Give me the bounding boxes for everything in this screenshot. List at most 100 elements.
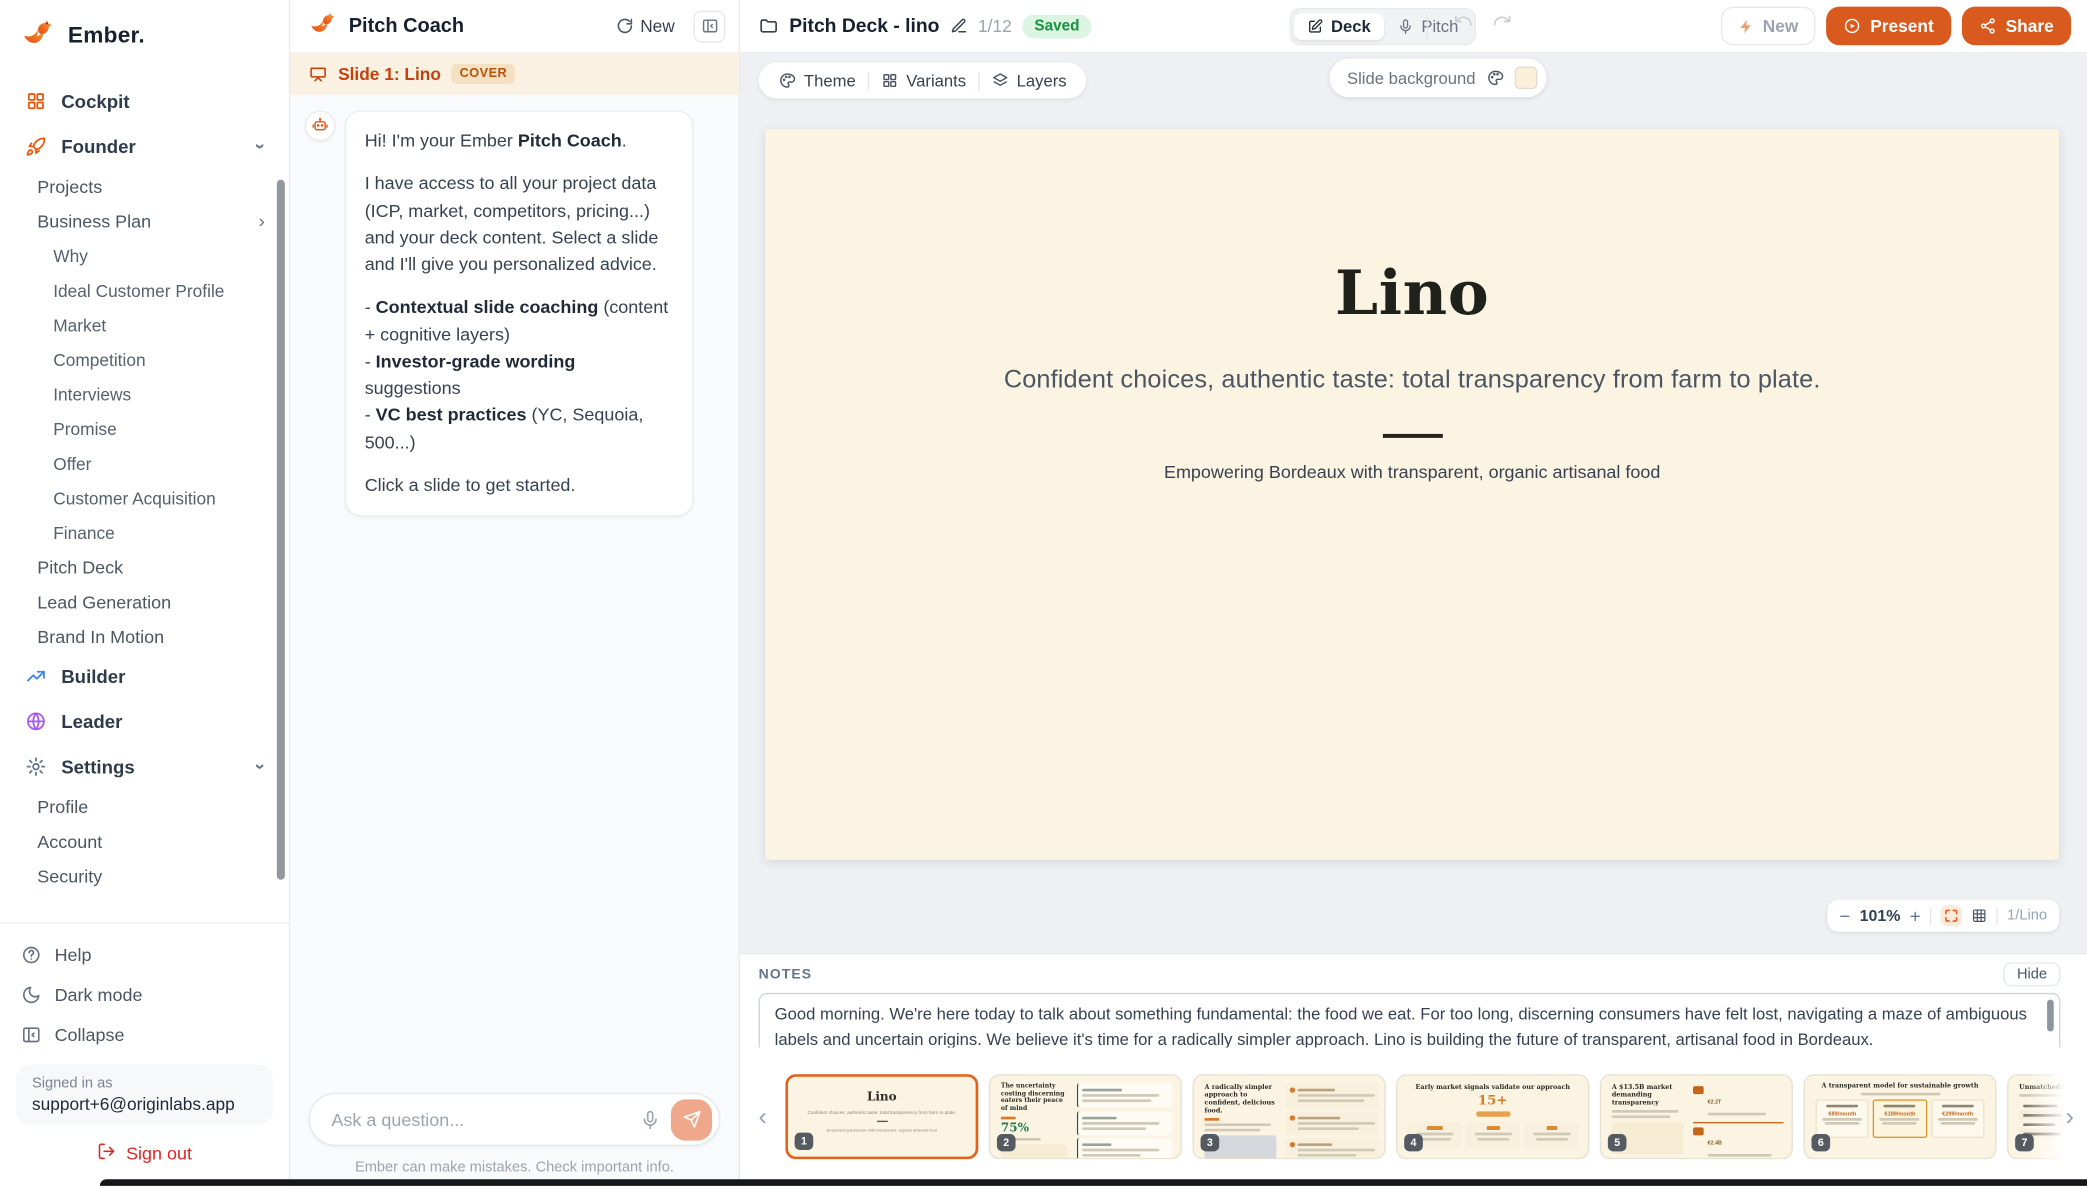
- sign-out-button[interactable]: Sign out: [16, 1133, 273, 1173]
- thumbnails-prev-button[interactable]: ‹: [751, 1104, 775, 1129]
- zoom-out-button[interactable]: −: [1839, 905, 1850, 926]
- sidebar: Ember. Cockpit Founder›ProjectsBusiness P…: [0, 0, 290, 1186]
- sidebar-item-label: Lead Generation: [37, 592, 265, 612]
- app-root: Ember. Cockpit Founder›ProjectsBusiness P…: [0, 0, 2087, 1186]
- trend-icon: [24, 665, 47, 688]
- send-button[interactable]: [671, 1099, 712, 1140]
- ask-question-input[interactable]: [331, 1109, 629, 1129]
- fit-to-screen-button[interactable]: [1941, 905, 1962, 926]
- redo-icon: [1492, 11, 1512, 31]
- undo-button[interactable]: [1453, 11, 1473, 31]
- sidebar-item-label: Customer Acquisition: [53, 488, 265, 508]
- slide-thumbnail-1[interactable]: Lino Confident choices, authentic taste:…: [785, 1074, 978, 1159]
- slide-title[interactable]: Lino: [1335, 257, 1489, 329]
- theme-button[interactable]: Theme: [767, 71, 868, 90]
- slide-context-banner[interactable]: Slide 1: Lino COVER: [290, 53, 739, 94]
- sidebar-scrollbar[interactable]: [277, 180, 285, 880]
- undo-icon: [1453, 11, 1473, 31]
- sidebar-footer-dark-mode[interactable]: Dark mode: [16, 974, 273, 1014]
- sidebar-item-cockpit[interactable]: Cockpit: [13, 79, 275, 124]
- present-button[interactable]: Present: [1826, 7, 1951, 46]
- sidebar-item-projects[interactable]: Projects: [13, 169, 275, 204]
- sidebar-item-pitch-deck[interactable]: Pitch Deck: [13, 550, 275, 585]
- help-icon: [21, 944, 41, 964]
- sidebar-item-label: Brand In Motion: [37, 626, 265, 646]
- slide-thumbnail-6[interactable]: A transparent model for sustainable grow…: [1804, 1074, 1997, 1159]
- sidebar-item-label: Why: [53, 246, 265, 266]
- sidebar-item-brand-in-motion[interactable]: Brand In Motion: [13, 619, 275, 654]
- app-logo-text: Ember.: [68, 22, 145, 49]
- share-icon: [1979, 17, 1996, 34]
- thumbnail-number: 3: [1201, 1134, 1220, 1151]
- sidebar-item-settings[interactable]: Settings›: [13, 744, 275, 789]
- layers-button[interactable]: Layers: [979, 71, 1078, 90]
- zoom-in-button[interactable]: +: [1910, 905, 1921, 926]
- thumbnails-next-button[interactable]: ›: [2058, 1105, 2082, 1130]
- sidebar-item-customer-acquisition[interactable]: Customer Acquisition: [13, 480, 275, 515]
- zoom-controls: − 101% + 1/Lino: [1827, 900, 2059, 932]
- slide-background-label: Slide background: [1347, 69, 1476, 88]
- slide-divider: [1382, 434, 1442, 438]
- sidebar-footer-help[interactable]: Help: [16, 934, 273, 974]
- collapse-panel-button[interactable]: [693, 10, 725, 42]
- sidebar-item-label: Cockpit: [61, 91, 265, 112]
- sidebar-item-label: Pitch Deck: [37, 557, 265, 577]
- sidebar-item-competition[interactable]: Competition: [13, 342, 275, 377]
- sidebar-item-leader[interactable]: Leader: [13, 699, 275, 744]
- grid-view-button[interactable]: [1971, 908, 1987, 924]
- slide-thumbnail-5[interactable]: A $13.5B market demanding transparency €…: [1600, 1074, 1793, 1159]
- deck-pitch-toggle: Deck Pitch: [1290, 8, 1476, 45]
- rocket-icon: [24, 135, 47, 158]
- slide-canvas[interactable]: Lino Confident choices, authentic taste:…: [765, 129, 2059, 860]
- sidebar-item-finance[interactable]: Finance: [13, 515, 275, 550]
- sidebar-item-business-plan[interactable]: Business Plan›: [13, 204, 275, 239]
- signed-in-label: Signed in as: [32, 1075, 257, 1091]
- sidebar-footer-label: Collapse: [55, 1024, 125, 1044]
- notes-scrollbar[interactable]: [2047, 1000, 2054, 1032]
- sidebar-item-interviews[interactable]: Interviews: [13, 377, 275, 412]
- sidebar-item-ideal-customer-profile[interactable]: Ideal Customer Profile: [13, 273, 275, 308]
- coach-message-bubble: Hi! I'm your Ember Pitch Coach. I have a…: [345, 110, 694, 516]
- sidebar-item-market[interactable]: Market: [13, 307, 275, 342]
- sidebar-item-promise[interactable]: Promise: [13, 411, 275, 446]
- redo-button[interactable]: [1492, 11, 1512, 31]
- sidebar-item-lead-generation[interactable]: Lead Generation: [13, 584, 275, 619]
- refresh-icon: [616, 17, 633, 34]
- coach-new-button[interactable]: New: [616, 16, 675, 36]
- hide-notes-button[interactable]: Hide: [2004, 962, 2061, 986]
- sidebar-footer-collapse[interactable]: Collapse: [16, 1014, 273, 1054]
- sidebar-item-profile[interactable]: Profile: [13, 789, 275, 824]
- notes-textarea[interactable]: Good morning. We're here today to talk a…: [759, 993, 2061, 1054]
- variants-button[interactable]: Variants: [869, 71, 978, 90]
- saved-status-badge: Saved: [1022, 14, 1091, 38]
- sidebar-item-account[interactable]: Account: [13, 824, 275, 859]
- sidebar-item-label: Finance: [53, 522, 265, 542]
- ember-bird-icon: [309, 9, 338, 42]
- share-button[interactable]: Share: [1962, 7, 2071, 46]
- sidebar-item-security[interactable]: Security: [13, 858, 275, 893]
- rename-icon[interactable]: [950, 17, 967, 34]
- sidebar-item-founder[interactable]: Founder›: [13, 124, 275, 169]
- new-deck-button[interactable]: New: [1722, 7, 1816, 46]
- mic-icon[interactable]: [640, 1109, 660, 1129]
- globe-icon: [24, 710, 47, 733]
- lightning-icon: [1739, 18, 1755, 34]
- slide-thumbnail-3[interactable]: A radically simpler approach to confiden…: [1193, 1074, 1386, 1159]
- tab-deck[interactable]: Deck: [1294, 13, 1384, 40]
- sidebar-item-label: Security: [37, 866, 265, 886]
- app-logo[interactable]: Ember.: [0, 0, 289, 65]
- thumbnail-number: 7: [2015, 1134, 2034, 1151]
- slide-tagline[interactable]: Empowering Bordeaux with transparent, or…: [1164, 462, 1660, 482]
- sidebar-item-offer[interactable]: Offer: [13, 446, 275, 481]
- message-bullet-1: - Contextual slide coaching (content + c…: [365, 294, 674, 348]
- slide-subtitle[interactable]: Confident choices, authentic taste: tota…: [1004, 366, 1821, 395]
- slide-thumbnail-4[interactable]: Early market signals validate our approa…: [1396, 1074, 1589, 1159]
- bottom-window-edge: [100, 1179, 2087, 1186]
- sidebar-item-builder[interactable]: Builder: [13, 654, 275, 699]
- slide-thumbnail-2[interactable]: The uncertainty costing discerning eater…: [989, 1074, 1182, 1159]
- sidebar-item-why[interactable]: Why: [13, 238, 275, 273]
- background-color-swatch[interactable]: [1514, 67, 1537, 90]
- logout-icon: [97, 1141, 116, 1164]
- sidebar-footer-label: Help: [55, 944, 92, 964]
- message-bullet-2: - Investor-grade wording suggestions: [365, 348, 674, 402]
